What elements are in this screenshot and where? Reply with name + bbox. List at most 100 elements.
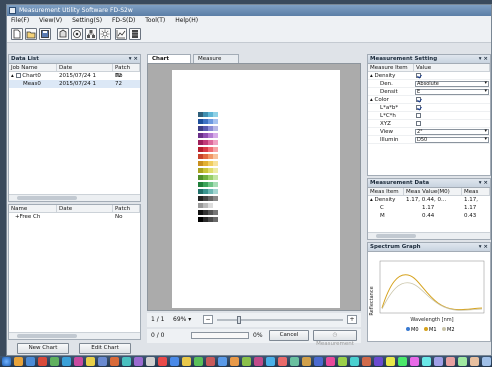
setting-combo[interactable]: D50 [415, 137, 489, 143]
setting-row[interactable]: View 2° [368, 128, 490, 136]
setting-row[interactable]: ▴ Color [368, 96, 490, 104]
color-patch[interactable] [213, 182, 218, 187]
pin-icon[interactable]: ▾ × [479, 243, 488, 252]
menu-view[interactable]: View(V) [35, 16, 66, 26]
color-chart[interactable] [198, 112, 218, 224]
taskbar-app-icon[interactable] [338, 357, 347, 366]
save-icon[interactable] [39, 28, 51, 40]
color-patch[interactable] [213, 126, 218, 131]
color-patch[interactable] [213, 140, 218, 145]
zoom-out-icon[interactable]: − [203, 315, 213, 324]
color-patch[interactable] [213, 210, 218, 215]
setting-checkbox[interactable] [416, 121, 421, 126]
setting-row[interactable]: L*C*h [368, 112, 490, 120]
table-row[interactable]: C 1.17 1.17 [368, 204, 490, 212]
setting-combo[interactable]: E [415, 89, 489, 95]
taskbar-app-icon[interactable] [254, 357, 263, 366]
table-row[interactable]: M 0.44 0.43 [368, 212, 490, 220]
color-patch[interactable] [213, 203, 218, 208]
taskbar-app-icon[interactable] [14, 357, 23, 366]
taskbar-app-icon[interactable] [350, 357, 359, 366]
setting-row[interactable]: Densit E [368, 88, 490, 96]
taskbar-app-icon[interactable] [446, 357, 455, 366]
taskbar-app-icon[interactable] [170, 357, 179, 366]
new-file-icon[interactable] [11, 28, 23, 40]
taskbar-app-icon[interactable] [146, 357, 155, 366]
setting-row[interactable]: XYZ [368, 120, 490, 128]
taskbar-app-icon[interactable] [278, 357, 287, 366]
menu-device[interactable]: FD-S(D) [108, 16, 139, 26]
taskbar-app-icon[interactable] [410, 357, 419, 366]
taskbar-app-icon[interactable] [158, 357, 167, 366]
taskbar-app-icon[interactable] [134, 357, 143, 366]
taskbar-app-icon[interactable] [98, 357, 107, 366]
graph-icon[interactable] [115, 28, 127, 40]
zoom-select[interactable]: 69% ▾ [173, 316, 191, 323]
setting-checkbox[interactable] [416, 113, 421, 118]
taskbar-app-icon[interactable] [482, 357, 491, 366]
horizontal-scrollbar[interactable] [368, 232, 490, 239]
taskbar-app-icon[interactable] [242, 357, 251, 366]
measurement-button[interactable]: ◷ Measurement [313, 330, 357, 347]
setting-row[interactable]: Den. Absolute [368, 80, 490, 88]
col-job-name[interactable]: Job Name [9, 64, 57, 71]
taskbar-app-icon[interactable] [302, 357, 311, 366]
zoom-slider[interactable] [217, 319, 343, 321]
taskbar-app-icon[interactable] [290, 357, 299, 366]
taskbar-app-icon[interactable] [266, 357, 275, 366]
taskbar-app-icon[interactable] [38, 357, 47, 366]
start-button-icon[interactable] [2, 357, 11, 366]
taskbar-app-icon[interactable] [314, 357, 323, 366]
taskbar-app-icon[interactable] [206, 357, 215, 366]
taskbar-app-icon[interactable] [374, 357, 383, 366]
col-date[interactable]: Date [57, 205, 113, 212]
measure-icon[interactable] [57, 28, 69, 40]
taskbar-app-icon[interactable] [326, 357, 335, 366]
new-chart-button[interactable]: New Chart [17, 343, 69, 354]
menu-help[interactable]: Help(H) [171, 16, 202, 26]
setting-row[interactable]: L*a*b* [368, 104, 490, 112]
network-icon[interactable] [85, 28, 97, 40]
color-patch[interactable] [213, 133, 218, 138]
table-row[interactable]: ▴ Chart0 2015/07/24 1 72 [9, 72, 140, 80]
chart-grid-icon[interactable] [129, 28, 141, 40]
color-patch[interactable] [213, 147, 218, 152]
taskbar-app-icon[interactable] [458, 357, 467, 366]
table-row[interactable]: ▴ Density 1.17, 0.44, 0... 1.17, [368, 196, 490, 204]
color-patch[interactable] [213, 189, 218, 194]
horizontal-scrollbar[interactable] [9, 332, 140, 339]
menu-setting[interactable]: Setting(S) [68, 16, 106, 26]
pin-icon[interactable]: ▾ × [129, 55, 138, 64]
color-patch[interactable] [213, 217, 218, 222]
table-row[interactable]: Meas0 2015/07/24 1 72 [9, 80, 140, 88]
taskbar-app-icon[interactable] [122, 357, 131, 366]
pin-icon[interactable]: ▾ × [479, 55, 488, 64]
taskbar-app-icon[interactable] [230, 357, 239, 366]
color-patch[interactable] [213, 161, 218, 166]
col-date[interactable]: Date [57, 64, 113, 71]
color-patch[interactable] [213, 154, 218, 159]
setting-combo[interactable]: Absolute [415, 81, 489, 87]
zoom-slider-thumb[interactable] [237, 316, 241, 324]
taskbar-app-icon[interactable] [26, 357, 35, 366]
taskbar-app-icon[interactable] [50, 357, 59, 366]
taskbar-app-icon[interactable] [470, 357, 479, 366]
color-patch[interactable] [213, 175, 218, 180]
col-name[interactable]: Name [9, 205, 57, 212]
list-item[interactable]: +Free Ch [9, 213, 140, 221]
tab-measure-point[interactable]: Measure Point [193, 54, 239, 71]
taskbar-app-icon[interactable] [62, 357, 71, 366]
tab-chart-layout[interactable]: Chart Layout [147, 54, 191, 71]
taskbar-app-icon[interactable] [398, 357, 407, 366]
taskbar-app-icon[interactable] [74, 357, 83, 366]
menu-tool[interactable]: Tool(T) [141, 16, 169, 26]
taskbar-app-icon[interactable] [422, 357, 431, 366]
setting-combo[interactable]: 2° [415, 129, 489, 135]
setting-checkbox[interactable] [416, 97, 421, 102]
setting-row[interactable]: Illumin D50 [368, 136, 490, 144]
color-patch[interactable] [213, 168, 218, 173]
taskbar-app-icon[interactable] [86, 357, 95, 366]
edit-chart-button[interactable]: Edit Chart [79, 343, 131, 354]
light-icon[interactable] [99, 28, 111, 40]
pin-icon[interactable]: ▾ × [479, 179, 488, 188]
